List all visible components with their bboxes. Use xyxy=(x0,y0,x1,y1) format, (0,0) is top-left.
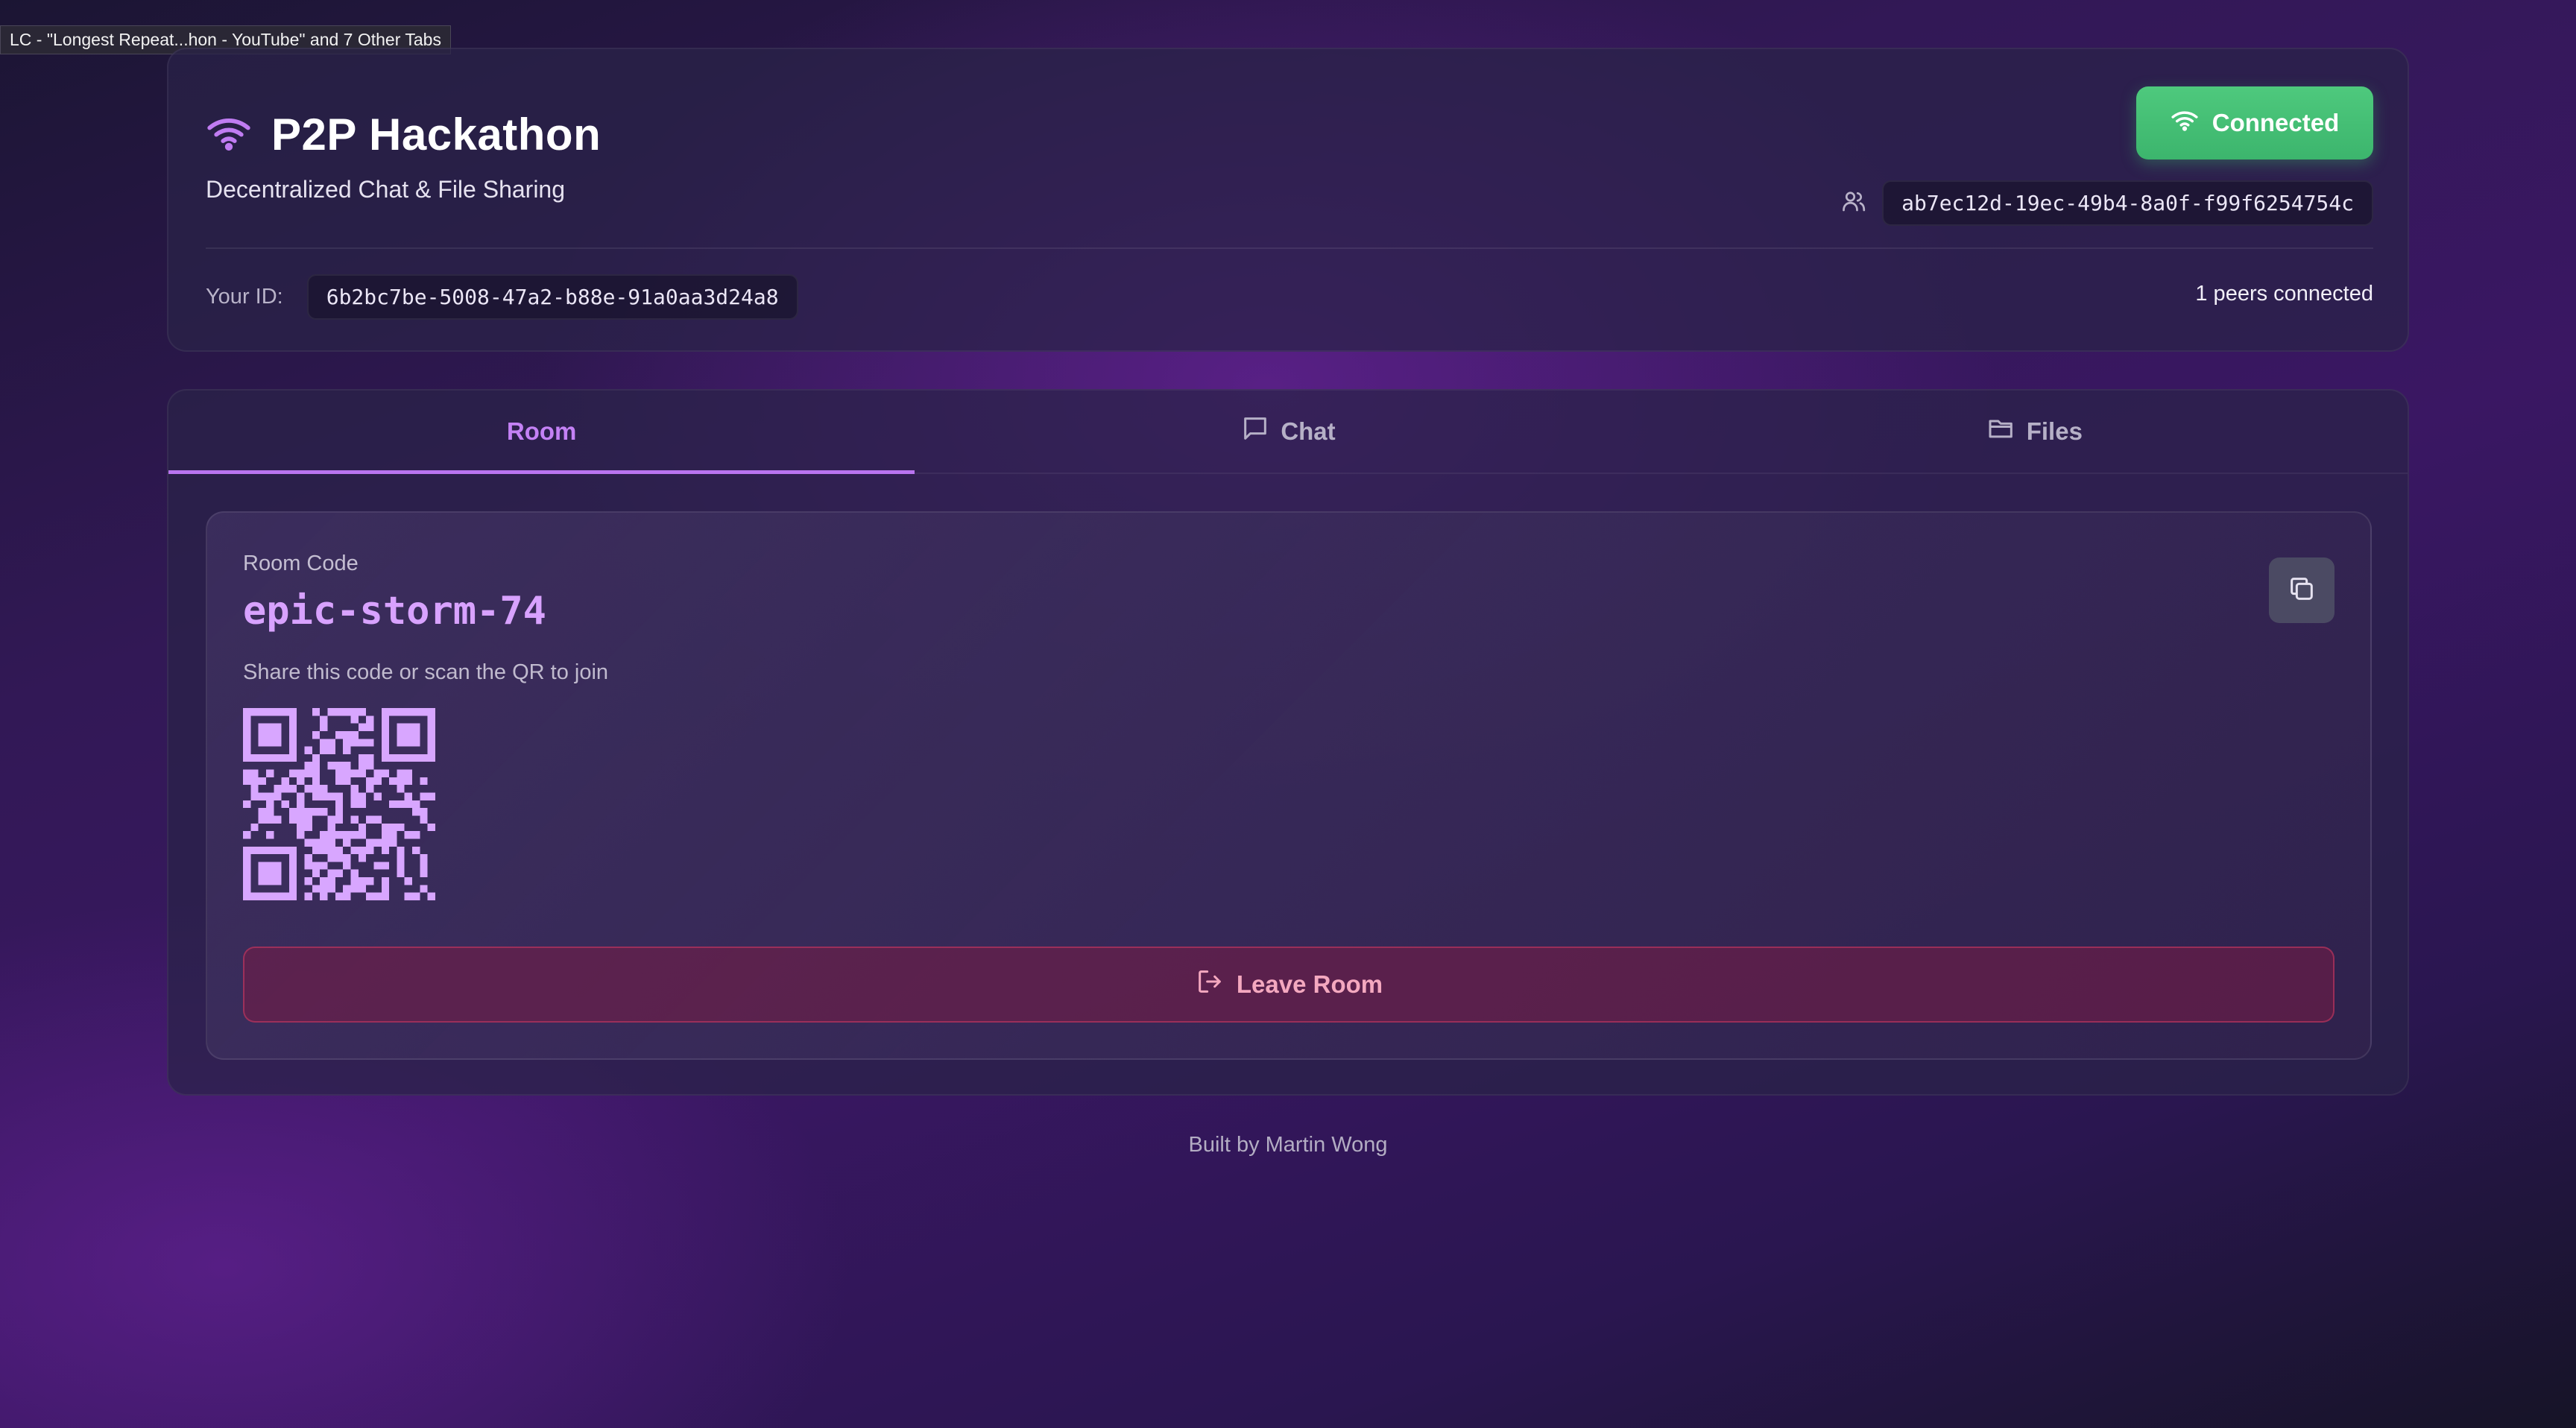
connected-label: Connected xyxy=(2212,109,2340,136)
tab-bar: Room Chat Files xyxy=(168,391,2408,474)
leave-room-button[interactable]: Leave Room xyxy=(243,947,2334,1023)
folder-icon xyxy=(1986,414,2027,449)
main-card: Room Chat Files Room Code epic-storm-74 … xyxy=(167,389,2409,1096)
wifi-icon xyxy=(2171,109,2212,137)
wifi-icon xyxy=(206,115,252,154)
tab-room[interactable]: Room xyxy=(168,391,915,474)
app-title: P2P Hackathon xyxy=(271,110,602,159)
brand: P2P Hackathon xyxy=(206,109,601,160)
your-id-chip: 6b2bc7be-5008-47a2-b88e-91a0aa3d24a8 xyxy=(306,274,798,320)
tab-room-label: Room xyxy=(506,417,577,445)
header-divider xyxy=(206,247,2373,249)
tab-files[interactable]: Files xyxy=(1661,391,2408,473)
app-subtitle: Decentralized Chat & File Sharing xyxy=(206,176,566,203)
peers-connected-count: 1 peers connected xyxy=(2195,282,2373,306)
tab-chat-label: Chat xyxy=(1281,417,1336,445)
copy-icon xyxy=(2287,574,2317,607)
peer-info: ab7ec12d-19ec-49b4-8a0f-f99f6254754c xyxy=(1840,180,2373,226)
users-icon xyxy=(1840,188,1867,218)
chat-bubble-icon xyxy=(1240,414,1281,449)
share-instructions: Share this code or scan the QR to join xyxy=(243,660,609,684)
your-id-row: Your ID: 6b2bc7be-5008-47a2-b88e-91a0aa3… xyxy=(206,274,798,320)
footer-credit: Built by Martin Wong xyxy=(1188,1133,1388,1157)
logout-icon xyxy=(1195,967,1237,1002)
header-card: P2P Hackathon Decentralized Chat & File … xyxy=(167,48,2409,352)
tab-files-label: Files xyxy=(2026,417,2083,445)
leave-room-label: Leave Room xyxy=(1236,970,1383,998)
connected-status-button[interactable]: Connected xyxy=(2136,86,2373,159)
room-code-label: Room Code xyxy=(243,552,359,575)
tab-chat[interactable]: Chat xyxy=(915,391,1661,473)
copy-room-code-button[interactable] xyxy=(2269,557,2334,623)
room-code: epic-storm-74 xyxy=(243,589,546,634)
room-panel: Room Code epic-storm-74 Share this code … xyxy=(206,511,2372,1060)
room-qr-code xyxy=(243,708,435,900)
your-id-label: Your ID: xyxy=(206,285,283,309)
peer-id-chip: ab7ec12d-19ec-49b4-8a0f-f99f6254754c xyxy=(1882,180,2373,226)
